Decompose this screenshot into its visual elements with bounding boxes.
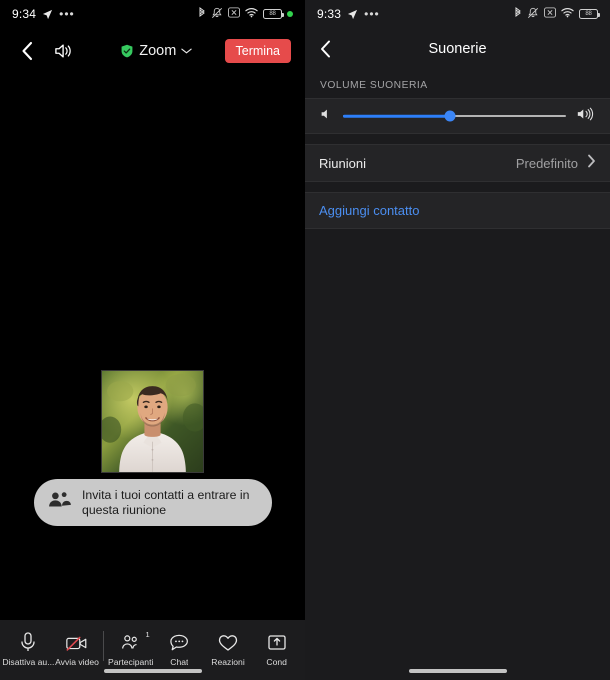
location-arrow-icon bbox=[347, 9, 358, 20]
ellipsis-icon: ••• bbox=[364, 7, 380, 21]
vpn-icon bbox=[544, 7, 556, 21]
ringtone-volume-slider[interactable] bbox=[343, 106, 566, 126]
avatar-photo bbox=[102, 371, 203, 472]
chat-bubble-icon bbox=[169, 631, 190, 653]
toolbar-item-chat[interactable]: Chat bbox=[155, 625, 204, 667]
toolbar-label-video: Avvia video bbox=[55, 657, 99, 667]
toolbar-item-reactions[interactable]: Reazioni bbox=[204, 625, 253, 667]
home-indicator-right bbox=[408, 669, 507, 673]
row-label-riunioni: Riunioni bbox=[319, 155, 366, 171]
back-chevron-icon[interactable] bbox=[14, 41, 40, 61]
location-arrow-icon bbox=[42, 9, 53, 20]
share-screen-icon bbox=[267, 631, 287, 653]
chevron-right-icon bbox=[587, 154, 596, 173]
microphone-icon bbox=[18, 631, 38, 653]
encryption-shield-icon bbox=[120, 44, 134, 58]
slider-fill bbox=[343, 114, 451, 118]
status-bar-right: 88 bbox=[198, 6, 293, 22]
zoom-meeting-panel: 9:34 ••• 88 Zoom Termina Invita i tuoi c… bbox=[0, 0, 305, 680]
participants-icon: 1 bbox=[119, 630, 150, 653]
battery-level: 88 bbox=[585, 11, 592, 17]
status-bar-left-right: 9:33 ••• bbox=[317, 7, 514, 21]
people-group-icon bbox=[48, 490, 72, 515]
meeting-title: Zoom bbox=[139, 43, 177, 59]
status-bar-right-right: 88 bbox=[514, 6, 600, 22]
toolbar-label-participants: Partecipanti bbox=[107, 657, 154, 667]
wifi-icon bbox=[561, 7, 574, 21]
section-spacer-1 bbox=[305, 134, 610, 144]
row-riunioni[interactable]: Riunioni Predefinito bbox=[305, 144, 610, 182]
status-bar-left: 9:34 ••• bbox=[12, 7, 198, 21]
row-aggiungi-contatto[interactable]: Aggiungi contatto bbox=[305, 192, 610, 229]
ellipsis-icon: ••• bbox=[59, 7, 75, 21]
video-off-icon bbox=[65, 631, 89, 653]
toolbar-label-share: Cond bbox=[266, 657, 287, 667]
end-meeting-button[interactable]: Termina bbox=[224, 39, 291, 63]
right-status-bar: 9:33 ••• 88 bbox=[305, 0, 610, 28]
toolbar-item-share[interactable]: Cond bbox=[252, 625, 301, 667]
green-status-dot bbox=[287, 11, 293, 17]
speaker-on-icon[interactable] bbox=[40, 42, 88, 60]
battery-indicator: 88 bbox=[263, 9, 284, 19]
status-time: 9:33 bbox=[317, 7, 342, 21]
participants-count-badge: 1 bbox=[145, 630, 150, 639]
toolbar-label-chat: Chat bbox=[170, 657, 189, 667]
settings-nav-bar: Suonerie bbox=[305, 28, 610, 70]
zoom-top-bar: Zoom Termina bbox=[0, 28, 305, 74]
volume-section-label: VOLUME SUONERIA bbox=[320, 80, 428, 91]
back-chevron-icon[interactable] bbox=[319, 39, 345, 59]
add-contact-link: Aggiungi contatto bbox=[319, 203, 420, 218]
row-value-group: Predefinito bbox=[516, 154, 596, 173]
invite-contacts-tooltip[interactable]: Invita i tuoi contatti a entrare in ques… bbox=[34, 479, 272, 526]
section-spacer-2 bbox=[305, 182, 610, 192]
bluetooth-icon bbox=[514, 6, 522, 22]
battery-indicator: 88 bbox=[579, 9, 600, 19]
ringtone-volume-row bbox=[305, 98, 610, 134]
toolbar-label-reactions: Reazioni bbox=[211, 657, 245, 667]
toolbar-divider bbox=[103, 631, 105, 661]
toolbar-label-mute: Disattiva au... bbox=[2, 657, 55, 667]
vpn-icon bbox=[228, 7, 240, 21]
meeting-stage: Invita i tuoi contatti a entrare in ques… bbox=[0, 74, 305, 648]
wifi-icon bbox=[245, 7, 258, 21]
left-status-bar: 9:34 ••• 88 bbox=[0, 0, 305, 28]
row-value-riunioni: Predefinito bbox=[515, 155, 578, 171]
page-title: Suonerie bbox=[428, 41, 487, 57]
speaker-high-icon bbox=[576, 106, 596, 127]
meeting-title-dropdown[interactable]: Zoom bbox=[88, 42, 225, 60]
slider-thumb[interactable] bbox=[444, 110, 456, 122]
chevron-down-icon bbox=[181, 42, 192, 60]
silent-mode-icon bbox=[211, 7, 223, 22]
toolbar-item-video[interactable]: Avvia video bbox=[53, 625, 102, 667]
battery-level: 88 bbox=[269, 11, 276, 17]
home-indicator-left bbox=[103, 669, 202, 673]
status-time: 9:34 bbox=[12, 7, 37, 21]
heart-icon bbox=[217, 631, 239, 653]
bluetooth-icon bbox=[198, 6, 206, 22]
ringtone-settings-panel: 9:33 ••• 88 Suonerie VOLUME SUONERIA Riu… bbox=[305, 0, 610, 680]
silent-mode-icon bbox=[527, 7, 539, 22]
dual-screenshot-container: 9:34 ••• 88 Zoom Termina Invita i tuoi c… bbox=[0, 0, 610, 680]
toolbar-item-participants[interactable]: 1 Partecipanti bbox=[106, 625, 155, 667]
invite-tooltip-text: Invita i tuoi contatti a entrare in ques… bbox=[82, 487, 250, 517]
participant-avatar bbox=[101, 370, 204, 473]
toolbar-item-mute[interactable]: Disattiva au... bbox=[2, 625, 55, 667]
speaker-low-icon bbox=[319, 107, 333, 126]
